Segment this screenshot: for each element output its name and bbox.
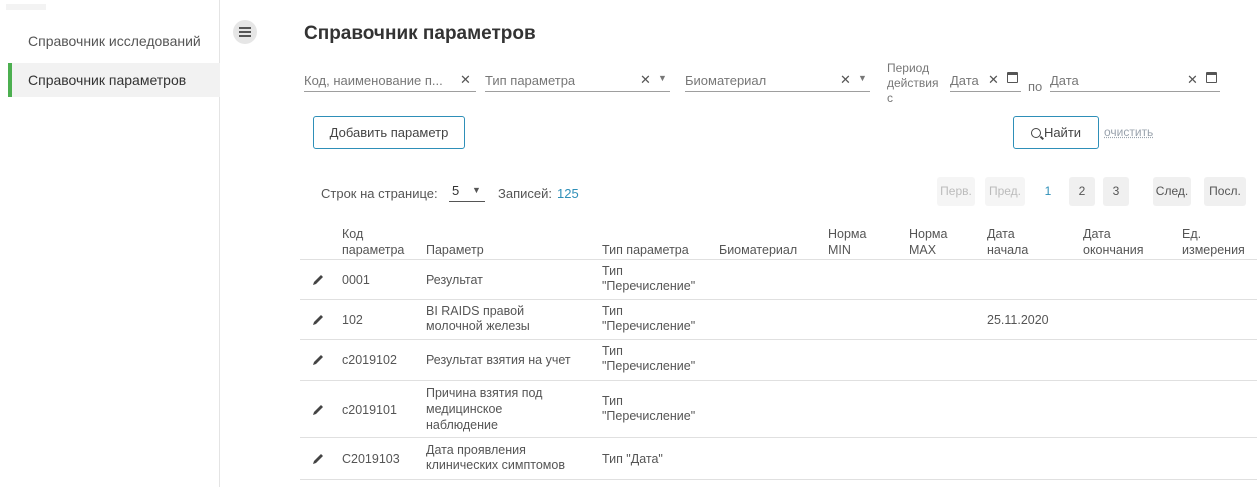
col-header-biomaterial[interactable]: Биоматериал <box>719 242 797 258</box>
table-row[interactable]: C2019103 Дата проявления клинических сим… <box>300 438 1257 480</box>
next-page-button[interactable]: След. <box>1153 177 1191 206</box>
clear-biomaterial-icon[interactable]: ✕ <box>840 72 851 88</box>
hamburger-icon <box>239 35 251 37</box>
clear-link[interactable]: очистить <box>1104 125 1153 139</box>
date-from-placeholder: Дата <box>950 73 979 88</box>
table-row[interactable]: 102 BI RAIDS правой молочной железы Тип … <box>300 300 1257 340</box>
cell-code: C2019103 <box>342 452 400 466</box>
date-to-input[interactable]: Дата ✕ <box>1050 66 1220 92</box>
add-parameter-button[interactable]: Добавить параметр <box>313 116 465 149</box>
edit-pencil-icon[interactable] <box>311 313 325 327</box>
col-header-start-date[interactable]: Дата начала <box>987 226 1028 258</box>
col-header-norm-max[interactable]: Норма MAX <box>909 226 947 258</box>
cell-parameter: Результат <box>426 273 483 287</box>
table-row[interactable]: 0001 Результат Тип "Перечисление" <box>300 260 1257 300</box>
sidebar-item-label: Справочник исследований <box>28 33 201 49</box>
col-header-unit[interactable]: Ед. измерения <box>1182 226 1245 258</box>
calendar-icon[interactable] <box>1206 72 1217 83</box>
cell-start-date: 25.11.2020 <box>987 313 1049 327</box>
code-name-input[interactable]: Код, наименование п... ✕ <box>304 66 476 92</box>
rows-per-page-label: Строк на странице: <box>321 186 438 201</box>
find-button[interactable]: Найти <box>1013 116 1099 149</box>
parameter-type-select[interactable]: Тип параметра ✕ ▼ <box>485 66 670 92</box>
col-header-end-date[interactable]: Дата окончания <box>1083 226 1144 258</box>
page-button-3[interactable]: 3 <box>1103 177 1129 206</box>
clear-date-to-icon[interactable]: ✕ <box>1187 72 1198 88</box>
date-to-placeholder: Дата <box>1050 73 1079 88</box>
table-header: Код параметра Параметр Тип параметра Био… <box>300 219 1257 260</box>
sidebar: Справочник исследований Справочник парам… <box>0 0 220 487</box>
chevron-down-icon[interactable]: ▼ <box>658 73 667 83</box>
cell-type: Тип "Дата" <box>602 452 663 466</box>
cell-type: Тип "Перечисление" <box>602 304 696 333</box>
edit-pencil-icon[interactable] <box>311 452 325 466</box>
page-button-1[interactable]: 1 <box>1035 177 1061 206</box>
cell-type: Тип "Перечисление" <box>602 264 696 293</box>
chevron-down-icon[interactable]: ▼ <box>858 73 867 83</box>
sidebar-item-parameters-directory[interactable]: Справочник параметров <box>8 63 220 97</box>
cell-parameter: Результат взятия на учет <box>426 353 571 367</box>
search-icon <box>1030 128 1041 138</box>
period-to-label: по <box>1028 79 1043 94</box>
first-page-button[interactable]: Перв. <box>937 177 975 206</box>
col-header-norm-min[interactable]: Норма MIN <box>828 226 866 258</box>
cell-type: Тип "Перечисление" <box>602 394 696 423</box>
last-page-button[interactable]: Посл. <box>1204 177 1246 206</box>
period-label: Период действия с <box>887 61 939 105</box>
cell-code: c2019102 <box>342 353 397 367</box>
table-row[interactable]: c2019101 Причина взятия под медицинское … <box>300 381 1257 438</box>
clear-code-icon[interactable]: ✕ <box>460 72 471 88</box>
code-name-placeholder: Код, наименование п... <box>304 73 443 88</box>
date-from-input[interactable]: Дата ✕ <box>950 66 1021 92</box>
records-count-label: Записей: <box>498 186 552 201</box>
parameter-type-placeholder: Тип параметра <box>485 73 576 88</box>
page-title: Справочник параметров <box>304 23 536 44</box>
sidebar-item-research-directory[interactable]: Справочник исследований <box>8 24 220 58</box>
cell-code: 102 <box>342 313 363 327</box>
rows-per-page-value: 5 <box>452 183 460 198</box>
calendar-icon[interactable] <box>1007 72 1018 83</box>
table-row[interactable]: c2019102 Результат взятия на учет Тип "П… <box>300 340 1257 381</box>
clear-type-icon[interactable]: ✕ <box>640 72 651 88</box>
cell-code: 0001 <box>342 273 370 287</box>
rows-per-page-select[interactable]: 5 ▼ <box>449 180 485 202</box>
menu-toggle-button[interactable] <box>233 20 257 44</box>
sidebar-item-label: Справочник параметров <box>28 72 187 88</box>
clear-date-from-icon[interactable]: ✕ <box>988 72 999 88</box>
edit-pencil-icon[interactable] <box>311 353 325 367</box>
biomaterial-select[interactable]: Биоматериал ✕ ▼ <box>685 66 870 92</box>
edit-pencil-icon[interactable] <box>311 403 325 417</box>
cell-parameter: BI RAIDS правой молочной железы <box>426 304 530 333</box>
col-header-code[interactable]: Код параметра <box>342 226 404 258</box>
cell-parameter: Причина взятия под медицинское наблюдени… <box>426 386 543 432</box>
cell-parameter: Дата проявления клинических симптомов <box>426 443 565 472</box>
sidebar-top-fade <box>6 4 46 10</box>
cell-code: c2019101 <box>342 403 397 417</box>
hamburger-icon <box>239 31 251 33</box>
biomaterial-placeholder: Биоматериал <box>685 73 767 88</box>
records-count-value: 125 <box>557 186 579 201</box>
hamburger-icon <box>239 27 251 29</box>
col-header-parameter[interactable]: Параметр <box>426 242 484 258</box>
chevron-down-icon: ▼ <box>472 185 481 195</box>
edit-pencil-icon[interactable] <box>311 273 325 287</box>
col-header-type[interactable]: Тип параметра <box>602 242 689 258</box>
prev-page-button[interactable]: Пред. <box>985 177 1025 206</box>
cell-type: Тип "Перечисление" <box>602 344 696 373</box>
find-button-label: Найти <box>1043 125 1082 140</box>
page-button-2[interactable]: 2 <box>1069 177 1095 206</box>
